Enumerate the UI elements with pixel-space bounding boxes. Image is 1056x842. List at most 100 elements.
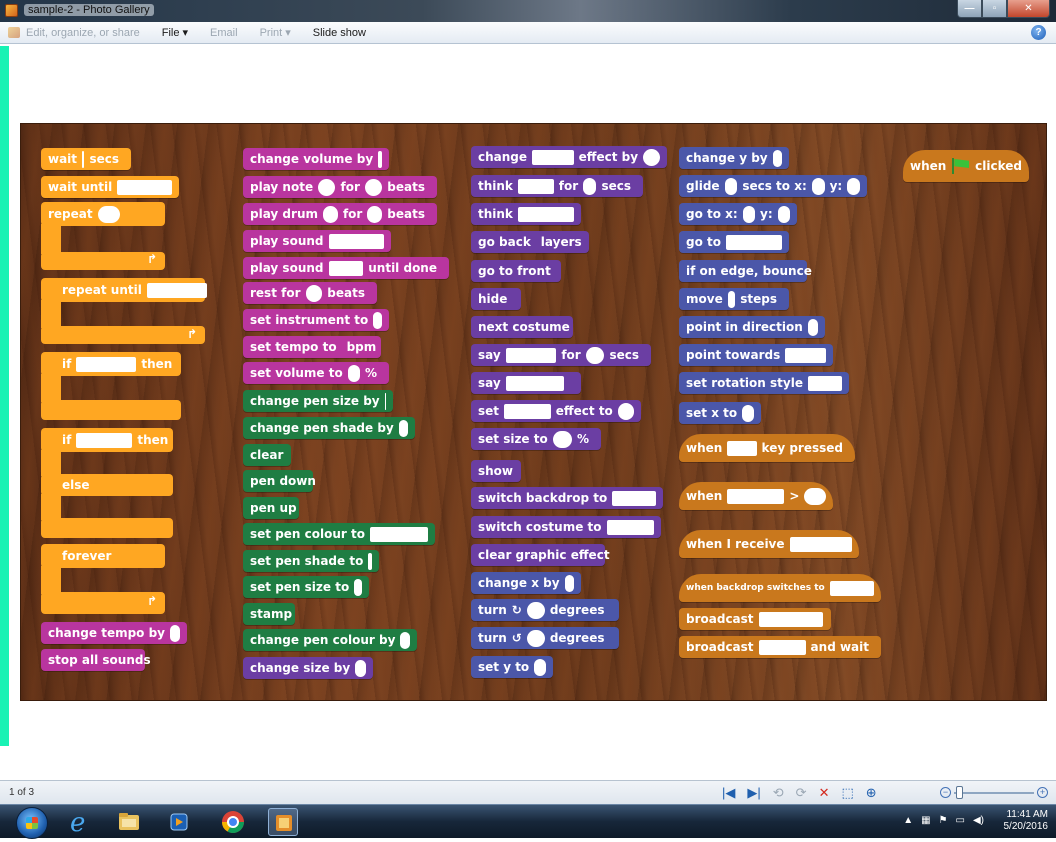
- close-button[interactable]: ✕: [1007, 0, 1050, 18]
- block-wait-secs: wait secs: [41, 148, 131, 170]
- internet-explorer-icon[interactable]: e: [64, 808, 94, 838]
- block-repeat-label: repeat: [41, 203, 127, 225]
- block-play-sound: play sound: [243, 230, 391, 252]
- block-go-to-front: go to front: [471, 260, 561, 282]
- menu-slideshow[interactable]: Slide show: [313, 27, 366, 39]
- clock-date: 5/20/2016: [1003, 821, 1049, 832]
- block-change-effect: change effect by: [471, 146, 667, 168]
- block-go-to-xy: go to x: y:: [679, 203, 797, 225]
- block-hide: hide: [471, 288, 521, 310]
- menu-email[interactable]: Email: [210, 27, 238, 39]
- rotate-right-icon[interactable]: ⟳: [796, 784, 807, 801]
- menu-organize[interactable]: Edit, organize, or share: [8, 27, 140, 39]
- block-when-i-receive: when I receive: [679, 530, 859, 558]
- block-forever-label: forever: [62, 549, 112, 563]
- block-rest-for: rest for beats: [243, 282, 377, 304]
- block-change-pen-colour: change pen colour by: [243, 629, 417, 651]
- zoom-slider[interactable]: [954, 785, 1034, 799]
- block-pen-down: pen down: [243, 470, 316, 492]
- block-if-then-label: if then: [62, 356, 173, 372]
- volume-icon[interactable]: ◀): [973, 815, 984, 826]
- block-when-greater-than: when >: [679, 482, 833, 510]
- display-icon[interactable]: ▭: [956, 815, 965, 826]
- block-set-pen-colour: set pen colour to: [243, 523, 435, 545]
- block-broadcast: broadcast: [679, 608, 831, 630]
- green-flag-icon: [952, 158, 969, 174]
- minimize-button[interactable]: —: [957, 0, 982, 18]
- previous-icon[interactable]: |◀: [722, 784, 735, 801]
- block-change-size: change size by: [243, 657, 373, 679]
- block-stop-all-sounds: stop all sounds: [41, 649, 151, 671]
- clock-time: 11:41 AM: [1006, 809, 1048, 820]
- loop-arrow-icon: ↱: [147, 252, 158, 266]
- window-title: sample-2 - Photo Gallery: [24, 4, 154, 16]
- block-say-for-secs: say for secs: [471, 344, 651, 366]
- show-hidden-icons-icon[interactable]: ▲: [903, 815, 913, 826]
- block-else-label: else: [62, 478, 90, 492]
- delete-icon[interactable]: ✕: [819, 784, 830, 801]
- block-think: think: [471, 203, 581, 225]
- media-player-icon[interactable]: [164, 808, 194, 836]
- chrome-icon[interactable]: [218, 808, 248, 836]
- menu-bar: Edit, organize, or share File ▾ Email Pr…: [0, 22, 1056, 44]
- block-play-sound-until-done: play sound until done: [243, 257, 449, 279]
- maximize-button[interactable]: ▫: [982, 0, 1007, 18]
- loop-arrow-icon: ↱: [147, 594, 158, 608]
- organize-icon: [8, 27, 20, 38]
- block-when-backdrop-switches: when backdrop switches to: [679, 574, 881, 602]
- block-change-pen-shade: change pen shade by: [243, 417, 415, 439]
- zoom-in-icon[interactable]: +: [1037, 787, 1048, 798]
- taskbar: e ▲ ▦ ⚑ ▭ ◀) 11:41 AM 5/20/2016: [0, 804, 1056, 839]
- title-bar: sample-2 - Photo Gallery — ▫ ✕: [0, 0, 1056, 22]
- block-set-x: set x to: [679, 402, 761, 424]
- loop-arrow-icon: ↱: [187, 327, 198, 341]
- block-change-y: change y by: [679, 147, 789, 169]
- block-bounce: if on edge, bounce: [679, 260, 812, 282]
- block-play-drum: play drum for beats: [243, 203, 437, 225]
- block-move-steps: move steps: [679, 288, 789, 310]
- file-explorer-icon[interactable]: [114, 808, 144, 836]
- block-say: say: [471, 372, 581, 394]
- block-set-tempo: set tempo to bpm: [243, 336, 381, 358]
- zoom-slider-thumb[interactable]: [956, 785, 963, 799]
- menu-file[interactable]: File ▾: [162, 26, 188, 39]
- block-switch-costume: switch costume to: [471, 516, 661, 538]
- block-set-pen-shade: set pen shade to: [243, 550, 379, 572]
- block-switch-backdrop: switch backdrop to: [471, 487, 663, 509]
- block-point-towards: point towards: [679, 344, 833, 366]
- menu-print[interactable]: Print ▾: [260, 26, 291, 39]
- photo-counter: 1 of 3: [9, 787, 35, 798]
- action-center-icon[interactable]: ⚑: [939, 815, 948, 826]
- network-icon[interactable]: ▦: [921, 815, 930, 826]
- block-point-in-direction: point in direction: [679, 316, 825, 338]
- rotate-clockwise-icon: ↻: [511, 603, 522, 617]
- zoom-control: − +: [940, 785, 1048, 799]
- block-pen-up: pen up: [243, 497, 299, 519]
- block-change-pen-size: change pen size by: [243, 390, 393, 412]
- rotate-left-icon[interactable]: ⟲: [773, 784, 784, 801]
- displayed-photo: wait secs wait until repeat ↱ repeat unti…: [20, 123, 1047, 701]
- block-if-else-label: if then: [62, 432, 169, 448]
- block-change-volume: change volume by: [243, 148, 389, 170]
- left-accent-strip: [0, 46, 9, 746]
- block-change-x: change x by: [471, 572, 581, 594]
- rotate-counterclockwise-icon: ↺: [511, 631, 522, 645]
- next-icon[interactable]: ▶|: [747, 784, 760, 801]
- block-set-volume: set volume to%: [243, 362, 389, 384]
- zoom-out-icon[interactable]: −: [940, 787, 951, 798]
- block-glide: glide secs to x: y:: [679, 175, 867, 197]
- start-button[interactable]: [16, 807, 48, 839]
- slideshow-icon[interactable]: ⬚: [841, 784, 853, 801]
- photo-gallery-taskbar-icon[interactable]: [268, 808, 298, 836]
- block-turn-counterclockwise: turn ↺ degrees: [471, 627, 619, 649]
- help-icon[interactable]: ?: [1031, 25, 1046, 40]
- viewer-controls: |◀ ▶| ⟲ ⟳ ✕ ⬚ ⊕: [716, 784, 883, 801]
- block-set-pen-size: set pen size to: [243, 576, 369, 598]
- photo-gallery-icon: [5, 4, 18, 17]
- block-turn-clockwise: turn ↻ degrees: [471, 599, 619, 621]
- block-set-y: set y to: [471, 656, 553, 678]
- block-play-note: play note for beats: [243, 176, 437, 198]
- actual-size-icon[interactable]: ⊕: [866, 784, 877, 801]
- block-go-back-layers: go back layers: [471, 231, 589, 253]
- clock[interactable]: 11:41 AM 5/20/2016: [1004, 809, 1049, 833]
